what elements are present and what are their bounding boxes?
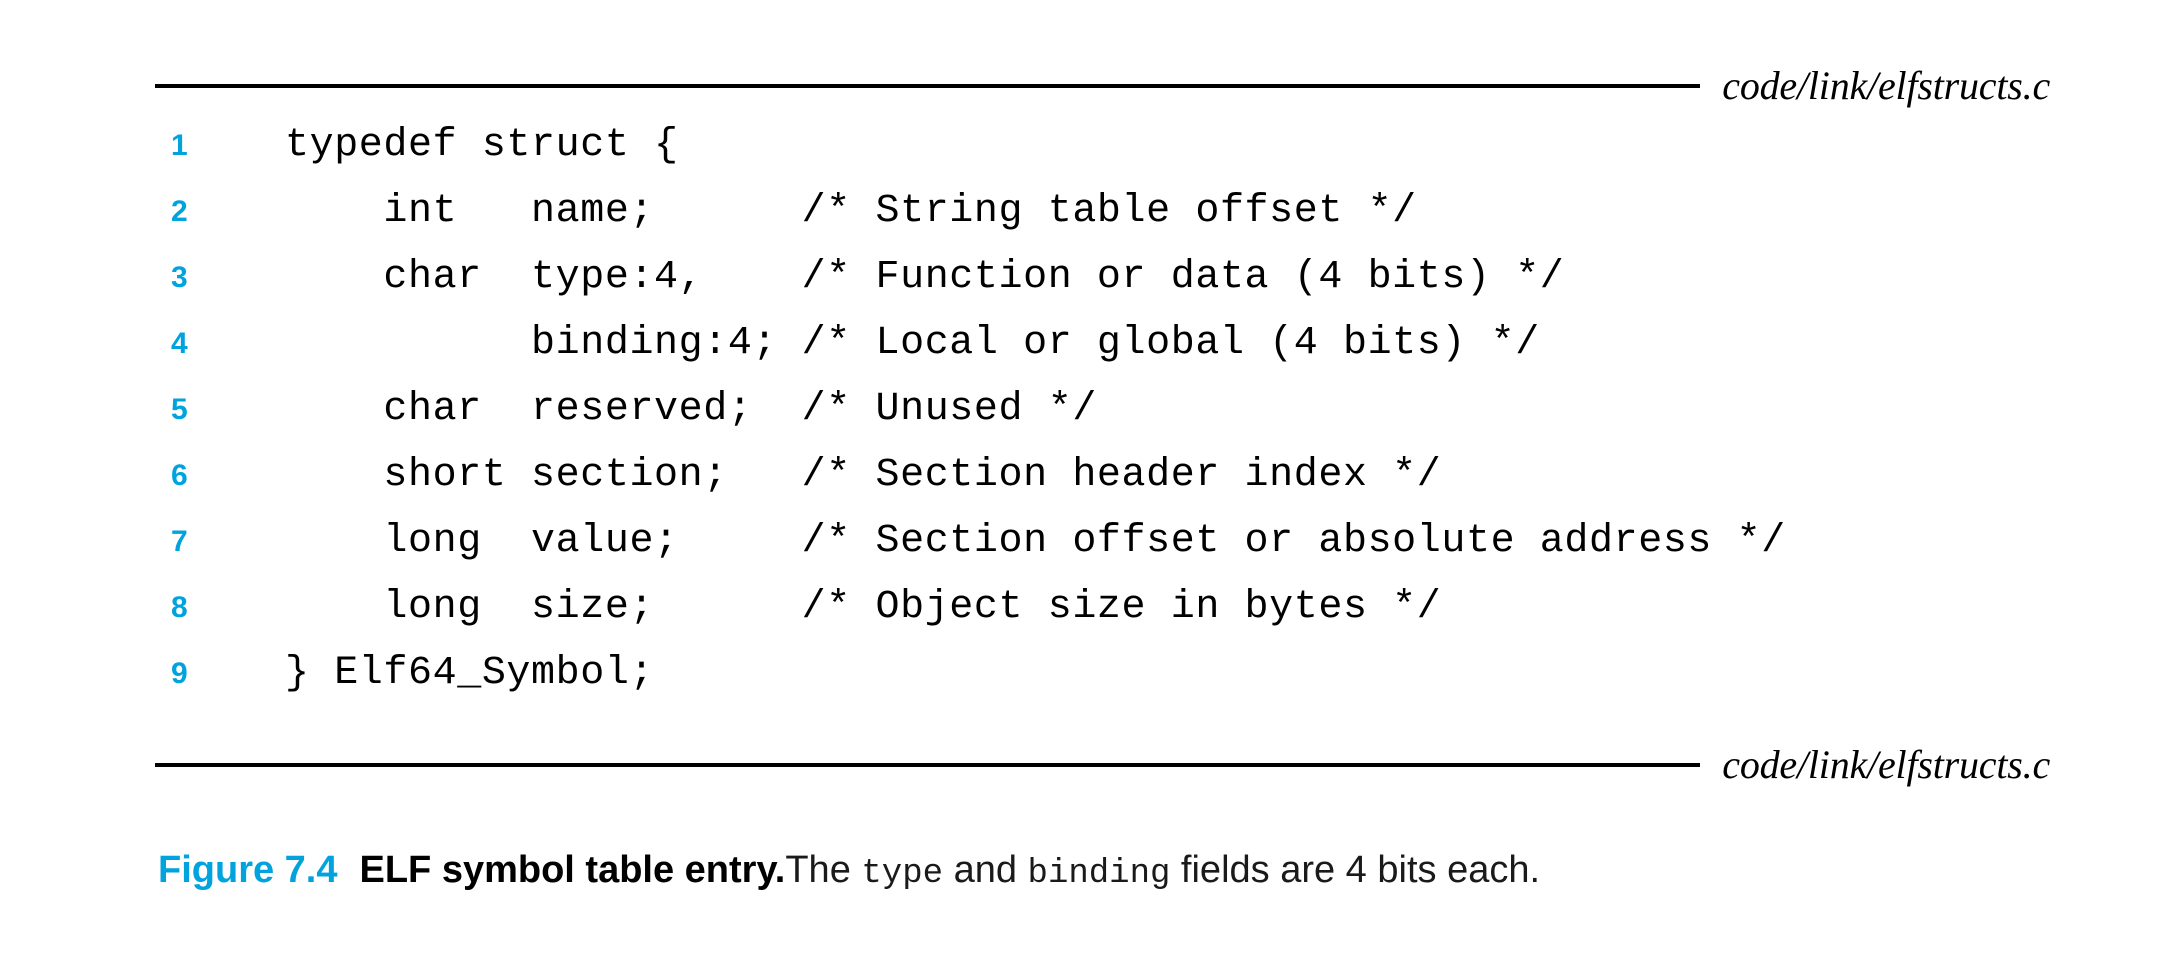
code-line: 9 } Elf64_Symbol; [155, 650, 2055, 716]
figure-caption: Figure 7.4 ELF symbol table entry.The typ… [158, 846, 2118, 898]
figure-number-label: Figure 7.4 [158, 849, 338, 891]
line-code: long size; /* Object size in bytes */ [285, 585, 1442, 630]
line-number: 4 [171, 327, 188, 360]
line-code: long value; /* Section offset or absolut… [285, 519, 1786, 564]
line-number: 9 [171, 657, 188, 690]
line-number: 7 [171, 525, 188, 558]
line-number: 1 [171, 129, 188, 162]
figure-container: code/link/elfstructs.c 1 typedef struct … [0, 0, 2166, 956]
figure-title: ELF symbol table entry. [359, 849, 786, 891]
line-code: short section; /* Section header index *… [285, 453, 1442, 498]
line-number: 8 [171, 591, 188, 624]
line-code: char reserved; /* Unused */ [285, 387, 1097, 432]
source-file-label-top: code/link/elfstructs.c [1722, 63, 2050, 108]
figure-bottom-banner: code/link/elfstructs.c [155, 745, 2050, 785]
line-code: binding:4; /* Local or global (4 bits) *… [285, 321, 1540, 366]
figure-top-banner: code/link/elfstructs.c [155, 66, 2050, 106]
caption-text-2: and [943, 849, 1028, 891]
line-code: typedef struct { [285, 123, 679, 168]
code-line: 3 char type:4, /* Function or data (4 bi… [155, 254, 2055, 320]
caption-code-term-type: type [861, 855, 944, 893]
line-code: char type:4, /* Function or data (4 bits… [285, 255, 1565, 300]
horizontal-rule-bottom [155, 763, 1701, 767]
code-line: 8 long size; /* Object size in bytes */ [155, 584, 2055, 650]
caption-text-1: The [785, 849, 862, 891]
line-number: 6 [171, 459, 188, 492]
code-listing: 1 typedef struct { 2 int name; /* String… [155, 122, 2055, 716]
line-number: 2 [171, 195, 188, 228]
caption-code-term-binding: binding [1027, 855, 1171, 893]
code-line: 2 int name; /* String table offset */ [155, 188, 2055, 254]
line-number: 5 [171, 393, 188, 426]
code-line: 4 binding:4; /* Local or global (4 bits)… [155, 320, 2055, 386]
code-line: 1 typedef struct { [155, 122, 2055, 188]
line-code: int name; /* String table offset */ [285, 189, 1417, 234]
caption-text-3: fields are 4 bits each. [1170, 849, 1541, 891]
line-code: } Elf64_Symbol; [285, 651, 655, 696]
line-number: 3 [171, 261, 188, 294]
source-file-label-bottom: code/link/elfstructs.c [1722, 742, 2050, 787]
code-line: 7 long value; /* Section offset or absol… [155, 518, 2055, 584]
code-line: 6 short section; /* Section header index… [155, 452, 2055, 518]
code-line: 5 char reserved; /* Unused */ [155, 386, 2055, 452]
horizontal-rule-top [155, 84, 1701, 88]
